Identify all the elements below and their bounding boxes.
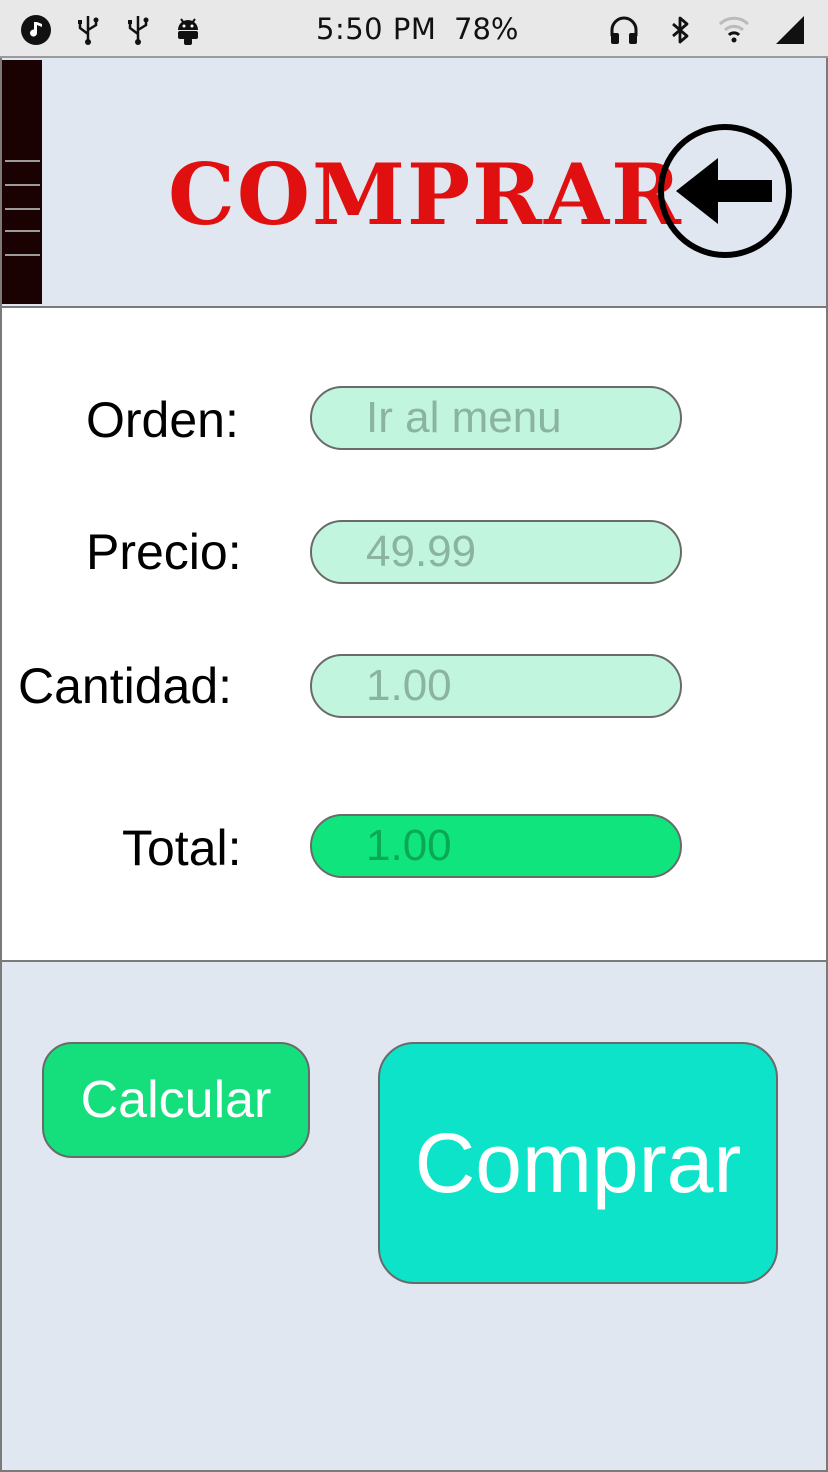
precio-field[interactable]: 49.99 [310,520,682,584]
orden-field[interactable]: Ir al menu [310,386,682,450]
battery-percent: 78% [454,12,519,46]
status-bar: 5:50 PM 78% [0,0,828,58]
signal-icon [776,16,804,44]
total-label: Total: [122,820,242,876]
precio-label: Precio: [86,524,242,580]
status-time: 5:50 PM [316,12,437,46]
back-button[interactable] [656,122,794,260]
arrow-left-circle-icon [658,124,792,258]
orden-label: Orden: [86,392,239,448]
music-icon [21,15,51,45]
usb-icon [78,16,99,45]
bluetooth-icon [672,16,689,44]
page-title: COMPRAR [168,145,683,244]
comprar-button[interactable]: Comprar [378,1042,778,1284]
cantidad-field[interactable]: 1.00 [310,654,682,718]
total-field[interactable]: 1.00 [310,814,682,878]
side-menu-handle[interactable] [2,60,42,304]
headphones-icon [610,16,638,44]
android-icon [178,18,198,45]
calcular-button[interactable]: Calcular [42,1042,310,1158]
wifi-icon [718,16,750,43]
usb-icon [128,16,149,45]
cantidad-label: Cantidad: [18,658,233,714]
